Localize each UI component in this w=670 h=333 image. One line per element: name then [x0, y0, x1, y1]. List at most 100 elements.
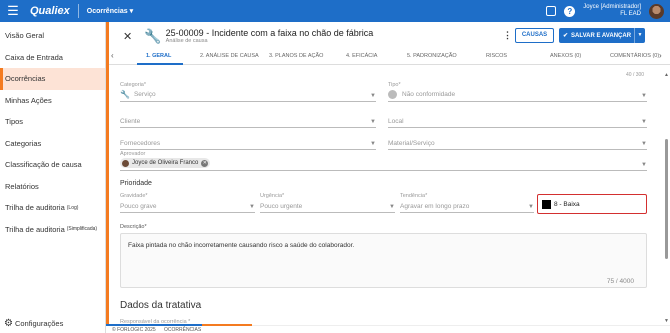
tipo-value: Não conformidade [402, 91, 456, 98]
user-info[interactable]: Joyce [Administrador] FL EAD [583, 4, 641, 18]
field-label: Tendência* [400, 193, 428, 199]
save-advance-button[interactable]: ✔ SALVAR E AVANÇAR ▼ [559, 28, 645, 43]
sidebar-item-trilha-simplificada[interactable]: Trilha de auditoria (Simplificada) [0, 219, 105, 241]
dropdown-arrow-icon: ▼ [370, 93, 376, 99]
dropdown-arrow-icon: ▼ [389, 204, 395, 210]
tab-anexos[interactable]: ANEXOS (0) [550, 53, 581, 59]
dropdown-arrow-icon: ▼ [370, 141, 376, 147]
scrollbar[interactable] [665, 77, 668, 327]
tab-geral[interactable]: 1. GERAL [146, 53, 171, 59]
avatar [122, 159, 129, 167]
sidebar-item-suffix: (Log) [66, 204, 79, 211]
field-label: Gravidade* [120, 193, 148, 199]
local-field[interactable]: Local ▼ [388, 114, 647, 128]
footer-module: OCORRÊNCIAS [164, 327, 202, 333]
field-label: Aprovador [120, 151, 146, 157]
user-company: FL EAD [620, 11, 641, 17]
tab-comentarios[interactable]: COMENTÁRIOS (0) [610, 53, 659, 59]
sidebar-item-classificacao-causa[interactable]: Classificação de causa [0, 154, 105, 176]
sidebar-item-tipos[interactable]: Tipos [0, 111, 105, 133]
check-icon: ✔ [563, 33, 569, 39]
fornecedores-field[interactable]: Fornecedores ▼ [120, 136, 376, 150]
priority-score-box: 8 - Baixa [537, 194, 647, 214]
descricao-counter: 75 / 4000 [606, 278, 634, 285]
help-icon[interactable]: ? [564, 5, 576, 17]
tipo-field[interactable]: Tipo* Não conformidade ▼ [388, 82, 647, 102]
field-label: Tipo* [388, 82, 401, 88]
priority-score: 8 - Baixa [554, 200, 580, 208]
dados-heading: Dados da tratativa [120, 300, 202, 311]
avatar[interactable] [649, 3, 664, 19]
sidebar-item-label: Classificação de causa [5, 160, 82, 170]
field-label: Urgência* [260, 193, 285, 199]
tasks-icon[interactable] [546, 6, 557, 16]
page-subtitle: Análise de causa [165, 38, 208, 44]
page-title: 25-00009 - Incidente com a faixa no chão… [165, 28, 374, 38]
priority-color-swatch [542, 199, 551, 209]
sidebar-item-label: Tipos [5, 117, 24, 127]
descricao-textarea[interactable]: Faixa pintada no chão incorretamente cau… [120, 233, 647, 288]
wrench-icon: 🔧 [120, 90, 130, 99]
material-field[interactable]: Material/Serviço ▼ [388, 136, 647, 150]
sidebar-item-label: Visão Geral [5, 31, 45, 41]
urgencia-field[interactable]: Urgência* Pouco urgente ▼ [260, 193, 395, 213]
chevron-down-icon[interactable]: ▼ [634, 28, 645, 43]
tab-bar: ‹ 1. GERAL 2. ANÁLISE DE CAUSA 3. PLANOS… [109, 50, 670, 65]
sidebar-item-visao-geral[interactable]: Visão Geral [0, 25, 105, 47]
scrollbar-thumb[interactable] [665, 139, 668, 259]
config-label: Configurações [14, 319, 64, 328]
sidebar-item-label: Trilha de auditoria [5, 224, 65, 234]
approver-name: Joyce de Oliveira Franco [132, 160, 199, 166]
descricao-text: Faixa pintada no chão incorretamente cau… [128, 242, 355, 249]
brand-logo[interactable]: Qualiex [30, 5, 70, 17]
sidebar-item-configuracoes[interactable]: ⚙ Configurações [4, 318, 63, 329]
tab-padronizacao[interactable]: 5. PADRONIZAÇÃO [407, 53, 457, 59]
remove-chip-icon[interactable]: ✕ [201, 159, 209, 167]
prioridade-heading: Prioridade [120, 180, 152, 187]
sidebar-item-suffix: (Simplificada) [66, 226, 98, 233]
dropdown-arrow-icon: ▼ [641, 93, 647, 99]
fornecedores-label: Fornecedores [120, 140, 161, 147]
tab-riscos[interactable]: RISCOS [486, 53, 507, 59]
scroll-down-icon[interactable]: ▼ [664, 318, 669, 324]
close-icon[interactable]: ✕ [123, 30, 132, 43]
categoria-field[interactable]: Categoria* 🔧 Serviço ▼ [120, 82, 376, 102]
save-label: SALVAR E AVANÇAR [571, 32, 632, 39]
chevron-left-icon[interactable]: ‹ [111, 51, 114, 60]
urgencia-value: Pouco urgente [260, 203, 303, 210]
sidebar-item-relatorios[interactable]: Relatórios [0, 176, 105, 198]
field-label: Categoria* [120, 82, 146, 88]
dropdown-arrow-icon: ▼ [528, 204, 534, 210]
gravidade-field[interactable]: Gravidade* Pouco grave ▼ [120, 193, 255, 213]
sidebar-item-caixa-entrada[interactable]: Caixa de Entrada [0, 47, 105, 69]
wrench-icon: 🔧 [144, 27, 162, 44]
user-name: Joyce [Administrador] [583, 4, 641, 10]
module-selector[interactable]: Ocorrências ▾ [87, 7, 133, 15]
dropdown-arrow-icon: ▼ [641, 141, 647, 147]
more-options-icon[interactable]: ⋮ [503, 30, 512, 41]
tendencia-field[interactable]: Tendência* Agravar em longo prazo ▼ [400, 193, 534, 213]
menu-icon[interactable]: ☰ [0, 3, 26, 19]
sidebar-item-minhas-acoes[interactable]: Minhas Ações [0, 90, 105, 112]
sidebar-item-categorias[interactable]: Categorias [0, 133, 105, 155]
causas-button[interactable]: CAUSAS [515, 28, 554, 43]
copyright: © FORLOGIC 2025 [112, 327, 156, 333]
chevron-right-icon[interactable]: › [659, 51, 662, 60]
panel-header: ✕ 🔧 25-00009 - Incidente com a faixa no … [109, 22, 670, 50]
aprovador-field[interactable]: Aprovador Joyce de Oliveira Franco ✕ ▼ [120, 151, 647, 171]
cliente-field[interactable]: Cliente ▼ [120, 114, 376, 128]
tab-analise-causa[interactable]: 2. ANÁLISE DE CAUSA [200, 53, 259, 59]
sidebar-item-ocorrencias[interactable]: Ocorrências [0, 68, 105, 90]
active-tab-indicator [137, 63, 183, 65]
sidebar-item-trilha-log[interactable]: Trilha de auditoria (Log) [0, 197, 105, 219]
field-value: Joyce de Oliveira Franco ✕ [120, 158, 211, 168]
footer: © FORLOGIC 2025 OCORRÊNCIAS [106, 324, 670, 333]
dropdown-arrow-icon: ▼ [370, 119, 376, 125]
sidebar-item-label: Ocorrências [5, 74, 46, 84]
status-dot-icon [388, 90, 397, 99]
tab-eficacia[interactable]: 4. EFICÁCIA [346, 53, 377, 59]
sidebar-item-label: Trilha de auditoria [5, 203, 65, 213]
sidebar-item-label: Minhas Ações [5, 95, 52, 105]
tab-planos-acao[interactable]: 3. PLANOS DE AÇÃO [269, 53, 323, 59]
categoria-value: Serviço [133, 91, 156, 98]
